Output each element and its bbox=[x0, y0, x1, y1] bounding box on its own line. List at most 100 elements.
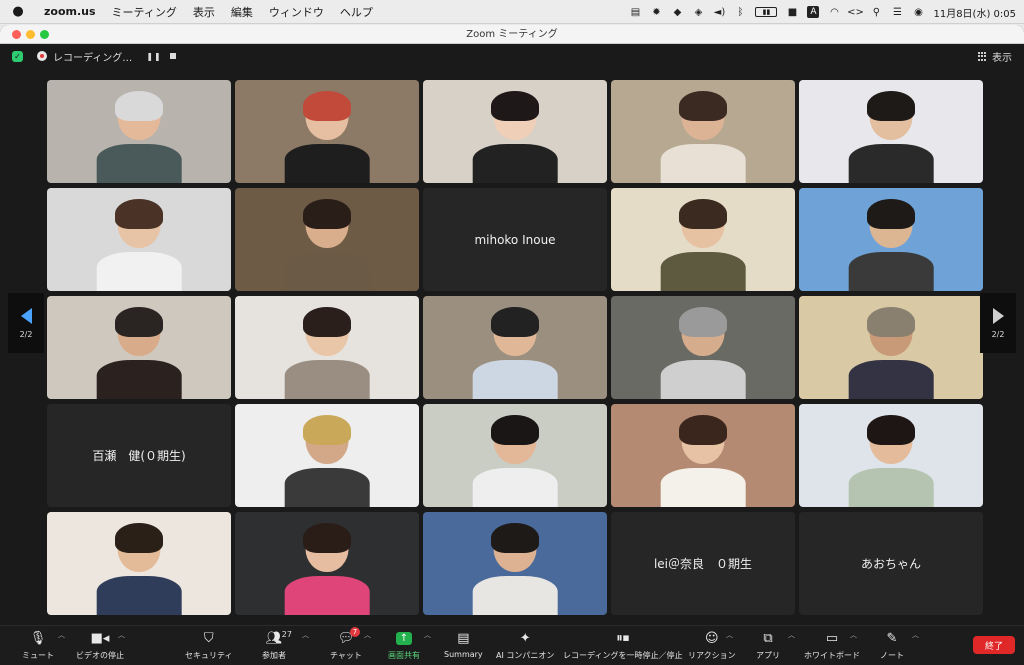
participant-video-tile[interactable] bbox=[799, 188, 983, 291]
summary-button[interactable]: ▤ Summary bbox=[444, 630, 483, 664]
participant-video-tile[interactable] bbox=[799, 404, 983, 507]
input-source-icon[interactable]: A bbox=[807, 6, 820, 18]
briefcase-icon[interactable]: ■ bbox=[786, 6, 798, 18]
siri-icon[interactable]: ◉ bbox=[912, 6, 924, 18]
whiteboard-label: ホワイトボード bbox=[804, 651, 860, 660]
share-screen-button[interactable]: ↑ 画面共有 bbox=[388, 630, 420, 664]
share-options-caret[interactable]: ︿ bbox=[424, 630, 431, 640]
participant-figure bbox=[472, 90, 558, 183]
gear-icon[interactable]: ✹ bbox=[650, 6, 662, 18]
apple-icon[interactable]: ● bbox=[0, 4, 36, 19]
participant-video-tile[interactable] bbox=[235, 296, 419, 399]
participant-video-tile[interactable] bbox=[47, 188, 231, 291]
participant-video-tile[interactable] bbox=[799, 80, 983, 183]
security-button[interactable]: ⛉ セキュリティ bbox=[185, 630, 233, 664]
mute-button[interactable]: 🎙︎ ミュート bbox=[22, 630, 54, 664]
encryption-shield-icon[interactable]: ✓ bbox=[12, 50, 23, 62]
participant-figure bbox=[472, 522, 558, 615]
menu-help[interactable]: ヘルプ bbox=[332, 4, 381, 20]
control-center-icon[interactable]: ☰ bbox=[891, 6, 903, 18]
participant-video-tile[interactable] bbox=[235, 80, 419, 183]
menu-edit[interactable]: 編集 bbox=[223, 4, 261, 20]
notes-options-caret[interactable]: ︿ bbox=[912, 630, 919, 640]
chat-options-caret[interactable]: ︿ bbox=[364, 630, 371, 640]
participant-video-tile[interactable] bbox=[799, 296, 983, 399]
participant-name: mihoko Inoue bbox=[474, 232, 556, 247]
participant-name: 百瀬 健(０期生) bbox=[92, 449, 186, 463]
video-options-caret[interactable]: ︿ bbox=[118, 630, 125, 640]
participant-tile-name-only[interactable]: mihoko Inoue bbox=[423, 188, 607, 291]
clipboard-icon[interactable]: ▤ bbox=[629, 6, 641, 18]
evernote-icon[interactable]: ◆ bbox=[671, 6, 683, 18]
end-meeting-button[interactable]: 終了 bbox=[973, 636, 1015, 654]
recording-control-button[interactable]: ⏸︎⏹︎ レコーディングを一時停止／停止 bbox=[563, 630, 682, 664]
wifi-icon[interactable]: ◠ bbox=[828, 6, 840, 18]
participant-tile-name-only[interactable]: 百瀬 健(０期生) bbox=[47, 404, 231, 507]
participants-options-caret[interactable]: ︿ bbox=[302, 630, 309, 640]
participant-tile-name-only[interactable]: あおちゃん bbox=[799, 512, 983, 615]
whiteboard-options-caret[interactable]: ︿ bbox=[850, 630, 857, 640]
reactions-options-caret[interactable]: ︿ bbox=[726, 630, 733, 640]
zoom-meeting-window: Zoom ミーティング ✓ レコーディング… ❚❚ 表示 mihoko Inou… bbox=[0, 25, 1024, 665]
meeting-toolbar: 🎙︎ ミュート ︿ ■◂ ビデオの停止 ︿ ⛉ セキュリティ 👥︎ 27 参加者 … bbox=[0, 625, 1024, 665]
participant-video-tile[interactable] bbox=[611, 404, 795, 507]
code-icon[interactable]: <> bbox=[847, 6, 864, 18]
recording-pause-button[interactable]: ❚❚ bbox=[146, 52, 161, 61]
menubar-status-area: ▤ ✹ ◆ ◈ ◄) ᛒ ▮▮ ■ A ◠ <> ⚲ ☰ ◉ 11月8日(水) … bbox=[629, 0, 1016, 24]
participants-button[interactable]: 👥︎ 27 参加者 bbox=[262, 630, 292, 664]
mute-options-caret[interactable]: ︿ bbox=[58, 630, 65, 640]
volume-icon[interactable]: ◄) bbox=[713, 6, 726, 18]
apps-options-caret[interactable]: ︿ bbox=[788, 630, 795, 640]
whiteboard-icon: ▭ bbox=[825, 631, 839, 646]
previous-page-button[interactable]: 2/2 bbox=[8, 293, 44, 353]
participant-video-tile[interactable] bbox=[47, 512, 231, 615]
participant-video-tile[interactable] bbox=[611, 80, 795, 183]
apps-button[interactable]: ⧉ アプリ bbox=[756, 630, 780, 664]
participant-tile-name-only[interactable]: lei＠奈良 ０期生 bbox=[611, 512, 795, 615]
notes-icon: ✎ bbox=[886, 631, 898, 646]
participant-video-tile[interactable] bbox=[47, 80, 231, 183]
participant-figure bbox=[848, 90, 934, 183]
minimize-window-button[interactable] bbox=[26, 30, 35, 39]
stop-video-button[interactable]: ■◂ ビデオの停止 bbox=[76, 630, 124, 664]
participant-video-tile[interactable] bbox=[235, 404, 419, 507]
participant-figure bbox=[96, 522, 182, 615]
security-label: セキュリティ bbox=[185, 651, 233, 660]
participant-video-tile[interactable] bbox=[47, 296, 231, 399]
ai-companion-button[interactable]: ✦ AI コンパニオン bbox=[496, 630, 554, 664]
menubar-clock[interactable]: 11月8日(水) 0:05 bbox=[933, 5, 1016, 20]
participant-video-tile[interactable] bbox=[235, 512, 419, 615]
chat-button[interactable]: 💬︎ 7 チャット bbox=[330, 627, 362, 664]
participant-video-tile[interactable] bbox=[423, 296, 607, 399]
menu-window[interactable]: ウィンドウ bbox=[261, 4, 332, 20]
menu-view[interactable]: 表示 bbox=[185, 4, 223, 20]
view-button[interactable]: 表示 bbox=[978, 49, 1012, 64]
participant-figure bbox=[96, 90, 182, 183]
maximize-window-button[interactable] bbox=[40, 30, 49, 39]
summary-document-icon: ▤ bbox=[457, 631, 470, 646]
participant-figure bbox=[472, 414, 558, 507]
participant-video-tile[interactable] bbox=[611, 296, 795, 399]
participant-video-tile[interactable] bbox=[423, 512, 607, 615]
recording-stop-button[interactable] bbox=[169, 53, 176, 59]
evernote-alt-icon[interactable]: ◈ bbox=[692, 6, 704, 18]
mute-label: ミュート bbox=[22, 651, 54, 660]
arrow-left-icon bbox=[20, 307, 32, 324]
menu-app-zoom[interactable]: zoom.us bbox=[36, 5, 104, 18]
participant-video-tile[interactable] bbox=[611, 188, 795, 291]
participant-figure bbox=[660, 198, 746, 291]
notes-button[interactable]: ✎ ノート bbox=[880, 630, 904, 664]
close-window-button[interactable] bbox=[12, 30, 21, 39]
search-icon[interactable]: ⚲ bbox=[870, 6, 882, 18]
video-camera-icon: ■◂ bbox=[90, 631, 110, 646]
participant-video-tile[interactable] bbox=[423, 80, 607, 183]
pause-stop-icon: ⏸︎⏹︎ bbox=[616, 631, 630, 646]
participant-video-tile[interactable] bbox=[235, 188, 419, 291]
participant-video-tile[interactable] bbox=[423, 404, 607, 507]
menu-meeting[interactable]: ミーティング bbox=[104, 4, 185, 20]
battery-icon[interactable]: ▮▮ bbox=[755, 7, 778, 17]
participant-figure bbox=[660, 414, 746, 507]
recording-control-label: レコーディングを一時停止／停止 bbox=[563, 651, 683, 660]
next-page-button[interactable]: 2/2 bbox=[980, 293, 1016, 353]
bluetooth-icon[interactable]: ᛒ bbox=[734, 6, 746, 18]
